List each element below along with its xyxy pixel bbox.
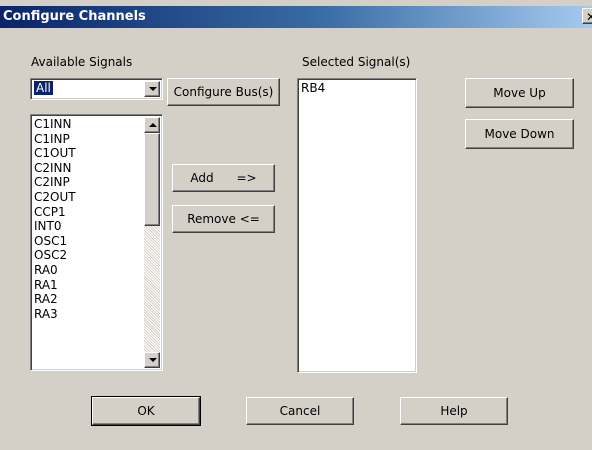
available-signal-item[interactable]: CCP1	[34, 205, 76, 220]
ok-button[interactable]: OK	[91, 396, 201, 426]
available-signal-item[interactable]: C2INN	[34, 161, 76, 176]
window-title: Configure Channels	[3, 9, 146, 24]
available-signals-list[interactable]: C1INN C1INP C1OUT C2INN C2INP C2OUT CCP1 INT0 OS…	[30, 114, 163, 371]
scroll-down-button[interactable]	[144, 352, 160, 368]
move-down-button[interactable]: Move Down	[465, 119, 574, 149]
selected-signals-list[interactable]: RB4	[297, 78, 417, 373]
chevron-down-icon	[149, 87, 157, 91]
scroll-down-arrow-icon	[149, 358, 157, 362]
cancel-button[interactable]: Cancel	[246, 397, 354, 425]
available-signal-item[interactable]: C2INP	[34, 175, 76, 190]
available-signal-item[interactable]: RA3	[34, 307, 76, 322]
move-up-button[interactable]: Move Up	[465, 78, 574, 108]
configure-bus-button[interactable]: Configure Bus(s)	[167, 78, 280, 106]
close-button[interactable]: ✕	[582, 8, 592, 24]
signal-filter-value: All	[34, 81, 53, 95]
available-signal-item[interactable]: RA1	[34, 278, 76, 293]
available-signals-items: C1INN C1INP C1OUT C2INN C2INP C2OUT CCP1 INT0 OS…	[34, 117, 76, 321]
selected-signals-items: RB4	[301, 81, 325, 96]
remove-button[interactable]: Remove <=	[172, 205, 275, 233]
help-button[interactable]: Help	[400, 397, 508, 425]
available-signals-label: Available Signals	[31, 55, 133, 69]
available-signal-item[interactable]: OSC1	[34, 234, 76, 249]
available-signal-item[interactable]: RA0	[34, 263, 76, 278]
available-signal-item[interactable]: RA2	[34, 292, 76, 307]
close-icon: ✕	[586, 10, 592, 24]
signal-filter-dropdown[interactable]: All	[30, 78, 163, 100]
available-signal-item[interactable]: OSC2	[34, 248, 76, 263]
available-signal-item[interactable]: C2OUT	[34, 190, 76, 205]
available-signals-scrollbar[interactable]	[144, 117, 160, 368]
scroll-up-button[interactable]	[144, 117, 160, 133]
dropdown-button[interactable]	[144, 81, 160, 97]
available-signal-item[interactable]: C1INP	[34, 132, 76, 147]
available-signal-item[interactable]: C1INN	[34, 117, 76, 132]
scroll-up-arrow-icon	[149, 123, 157, 127]
selected-signals-label: Selected Signal(s)	[302, 55, 411, 69]
scrollbar-thumb[interactable]	[144, 133, 160, 226]
add-button[interactable]: Add =>	[172, 164, 275, 192]
selected-signal-item[interactable]: RB4	[301, 81, 325, 96]
configure-channels-dialog: Configure Channels ✕ Available Signals A…	[0, 0, 592, 450]
available-signal-item[interactable]: INT0	[34, 219, 76, 234]
title-bar[interactable]: Configure Channels ✕	[0, 6, 592, 28]
available-signal-item[interactable]: C1OUT	[34, 146, 76, 161]
